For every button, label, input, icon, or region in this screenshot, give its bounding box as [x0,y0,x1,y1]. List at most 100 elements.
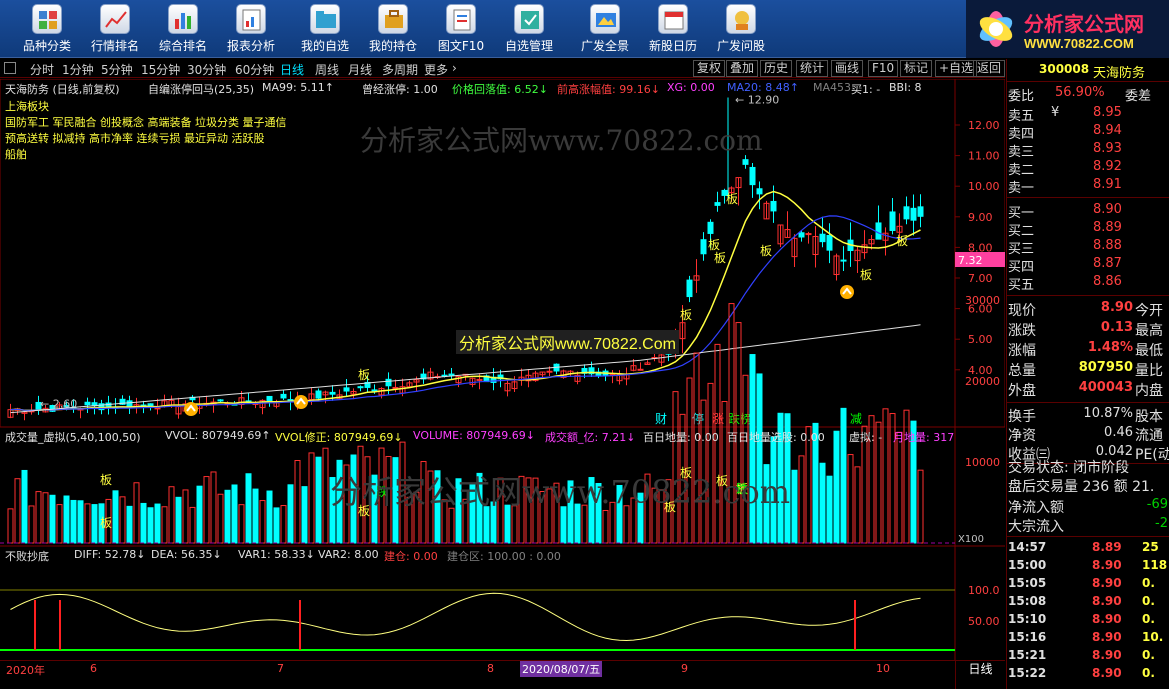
kline-chart-area[interactable]: 12.00 11.00 10.00 9.00 8.00 7.00 6.00 5.00 4.00 7… [0,78,1006,660]
toolbar-button-1[interactable]: 行情排名 [82,2,148,56]
menu-square-icon[interactable] [4,62,16,74]
fundamental-label: 换手 [1008,409,1036,425]
net-inflow-row: 净流入额 -69 [1007,497,1169,516]
volume-bar [252,488,259,544]
candle-body [756,188,763,195]
chart-tool-button-2[interactable]: 历史 [760,60,793,77]
volume-bar [119,496,126,544]
limit-up-flag: 曾经涨停: 1.00 [362,83,438,96]
ask-price[interactable]: 8.91 [1093,177,1122,192]
chart-tool-button-5[interactable]: F10 [868,60,899,77]
volume-bar [21,469,28,544]
period-tab-6[interactable]: 日线 [280,61,304,78]
toolbar-button-8[interactable]: 广发全景 [572,2,638,56]
bid-price[interactable]: 8.86 [1093,274,1122,289]
toolbar-button-2[interactable]: 综合排名 [150,2,216,56]
candle-body [840,259,847,262]
period-tab-2[interactable]: 5分钟 [101,61,133,78]
volume-bar [70,499,77,544]
toolbar-button-label: 广发全景 [580,39,629,53]
price-axis-label: 12.00 [968,119,1000,132]
volume-bar [28,505,35,544]
bid-price[interactable]: 8.89 [1093,220,1122,235]
chart-tool-button-6[interactable]: 标记 [900,60,933,77]
divider [1007,536,1169,537]
toolbar-button-10[interactable]: 广发问股 [708,2,774,56]
peak-price-label: ← 12.90 [735,93,779,106]
ask-price[interactable]: 8.92 [1093,159,1122,174]
candle-body [875,222,882,240]
chart-tool-button-0[interactable]: 复权 [693,60,726,77]
bid-price[interactable]: 8.87 [1093,256,1122,271]
period-tab-0[interactable]: 分时 [30,61,54,78]
stat-value: 1.48% [1087,340,1133,355]
grid-icon [32,4,62,34]
candle-body [357,386,364,389]
toolbar-button-0[interactable]: 品种分类 [14,2,80,56]
tick-row: 15:10 8.90 0. [1007,612,1169,630]
limit-up-board-label: 板 [100,473,112,487]
candle-body [819,233,826,243]
buy1-value: 买1: - [851,83,881,96]
tick-price: 8.90 [1092,594,1122,608]
toolbar-button-4[interactable]: 我的自选 [292,2,358,56]
toolbar-button-label: 新股日历 [648,39,697,53]
period-tab-5[interactable]: 60分钟 [235,61,274,78]
toolbar-button-6[interactable]: 图文F10 [428,2,494,56]
period-tab-4[interactable]: 30分钟 [187,61,226,78]
toolbar-button-3[interactable]: 报表分析 [218,2,284,56]
tick-volume: 0. [1142,666,1155,680]
period-tab-7[interactable]: 周线 [315,61,339,78]
period-tab-day[interactable]: 日线 [955,661,1005,689]
order-ratio-label: 委比 [1008,89,1035,104]
net-inflow-label: 净流入额 [1008,500,1064,516]
diff-line [10,592,921,642]
period-tab-10[interactable]: 更多 [424,61,448,78]
chevron-right-icon[interactable]: › [452,61,457,75]
after-hours-volume: 盘后交易量 236 额 21. [1008,479,1155,495]
toolbar-button-5[interactable]: 我的持仓 [360,2,426,56]
chart-tool-button-1[interactable]: 叠加 [726,60,759,77]
tick-time: 15:08 [1008,594,1047,608]
period-tab-9[interactable]: 多周期 [382,61,418,78]
chart-tool-button-7[interactable]: +自选 [935,60,978,77]
volume-bar [168,486,175,544]
volume-bar [287,484,294,544]
ask-price[interactable]: 8.93 [1093,141,1122,156]
volume-watermark: 分析家公式网www.70822.com [330,473,791,511]
candle-body [707,221,714,234]
indicator-axis-label: 50.00 [968,615,1000,628]
chart-canvas[interactable]: 12.0011.0010.009.008.007.006.005.004.007… [0,78,1006,660]
ask-price[interactable]: 8.95 [1093,105,1122,120]
candle-body [805,233,812,236]
date-axis-label: 9 [681,662,688,675]
bid-price[interactable]: 8.90 [1093,202,1122,217]
date-axis-label: 8 [487,662,494,675]
stock-terminal-window: 品种分类 行情排名 综合排名 报表分析 我的自选 我的持仓 图文F10 自选管理 广发全景 新股日… [0,0,1169,689]
toolbar-button-7[interactable]: 自选管理 [496,2,562,56]
stock-code: 300008 [1039,62,1090,76]
period-tab-1[interactable]: 1分钟 [62,61,94,78]
volume-bar [203,476,210,544]
volume-bar [147,507,154,544]
ask-level-label: 卖四 [1008,127,1035,142]
tick-volume: 0. [1142,648,1155,662]
chart-tool-button-3[interactable]: 统计 [796,60,829,77]
candle-body [329,391,336,395]
volume-bar [224,489,231,544]
volume-bar [833,430,840,544]
chart-tool-button-4[interactable]: 画线 [831,60,864,77]
bid-price[interactable]: 8.88 [1093,238,1122,253]
candle-body [749,166,756,186]
stat-label: 涨跌 [1008,323,1036,339]
toolbar-button-9[interactable]: 新股日历 [640,2,706,56]
candle-body [315,390,322,399]
block-inflow-value: -2 [1155,516,1168,531]
period-tab-3[interactable]: 15分钟 [141,61,180,78]
date-axis-label: 2020年 [6,664,45,677]
period-tab-8[interactable]: 月线 [348,61,372,78]
chart-tool-button-8[interactable]: 返回 [973,60,1006,77]
ask-price[interactable]: 8.94 [1093,123,1122,138]
stat-row: 涨跌 0.13 最高 [1007,320,1169,340]
formula-name: 自编涨停回马(25,35) [148,83,255,96]
